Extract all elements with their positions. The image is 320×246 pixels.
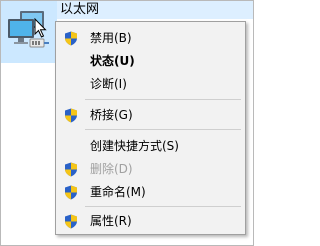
menu-item-status[interactable]: 状态(U): [57, 50, 244, 72]
menu-item-delete[interactable]: 删除(D): [57, 158, 244, 180]
menu-item-rename[interactable]: 重命名(M): [57, 181, 244, 203]
adapter-name-label: 以太网: [60, 2, 100, 17]
menu-item-label: 桥接(G): [90, 108, 133, 122]
uac-shield-icon: [65, 31, 77, 46]
menu-item-label: 诊断(I): [90, 77, 127, 91]
context-menu: 禁用(B) 状态(U) 诊断(I) 桥接(G) 创建快捷方式(S) 删除(D) …: [55, 21, 246, 235]
menu-item-label: 状态(U): [90, 54, 135, 68]
menu-item-bridge[interactable]: 桥接(G): [57, 104, 244, 126]
menu-separator: [85, 99, 241, 100]
uac-shield-icon: [65, 214, 77, 229]
network-adapter-item[interactable]: [1, 1, 57, 63]
menu-item-label: 创建快捷方式(S): [90, 139, 179, 153]
menu-item-properties[interactable]: 属性(R): [57, 210, 244, 232]
menu-item-label: 重命名(M): [90, 185, 146, 199]
menu-item-disable[interactable]: 禁用(B): [57, 27, 244, 49]
menu-item-label: 删除(D): [90, 162, 133, 176]
menu-item-diagnose[interactable]: 诊断(I): [57, 73, 244, 95]
mouse-pointer-icon: [34, 18, 47, 38]
menu-separator: [85, 206, 241, 207]
uac-shield-icon: [65, 108, 77, 123]
menu-separator: [85, 129, 241, 130]
uac-shield-icon: [65, 185, 77, 200]
menu-item-label: 禁用(B): [90, 31, 132, 45]
menu-item-create-shortcut[interactable]: 创建快捷方式(S): [57, 135, 244, 157]
uac-shield-icon: [65, 162, 77, 177]
menu-item-label: 属性(R): [90, 214, 132, 228]
